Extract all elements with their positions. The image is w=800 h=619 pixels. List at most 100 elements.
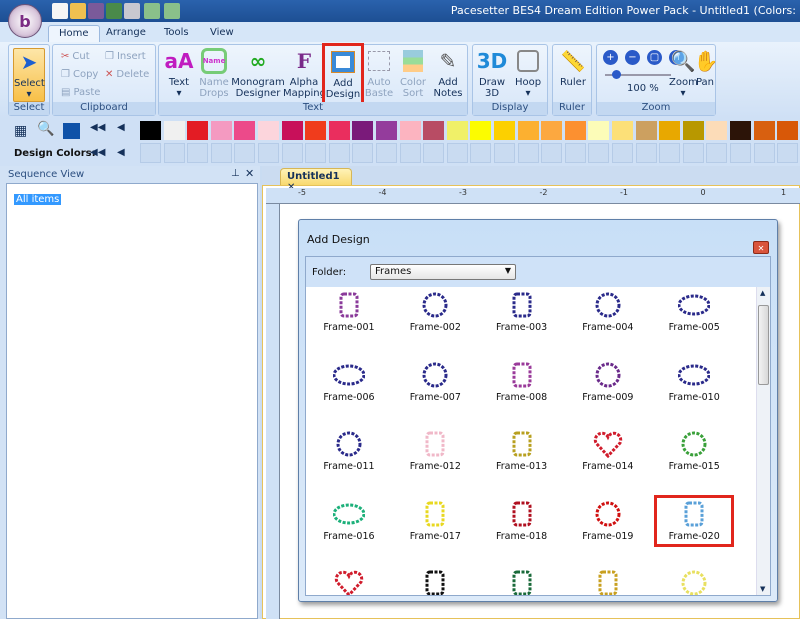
add-design-button[interactable]: AddDesign (325, 46, 361, 102)
color-swatch[interactable] (164, 121, 185, 140)
design-color-slot[interactable] (400, 143, 421, 163)
export-icon[interactable] (106, 3, 122, 19)
design-color-slot[interactable] (423, 143, 444, 163)
design-color-slot[interactable] (541, 143, 562, 163)
design-color-slot[interactable] (164, 143, 185, 163)
color-swatch[interactable] (447, 121, 468, 140)
design-color-slot[interactable] (187, 143, 208, 163)
close-icon[interactable]: ✕ (245, 167, 254, 180)
color-swatch[interactable] (140, 121, 161, 140)
zoom-out-icon[interactable]: − (625, 50, 640, 65)
color-swatch[interactable] (612, 121, 633, 140)
scroll-down-icon[interactable]: ▼ (760, 585, 765, 593)
design-color-slot[interactable] (754, 143, 775, 163)
color-swatch[interactable] (659, 121, 680, 140)
design-item[interactable]: Frame-002 (400, 291, 470, 333)
zoom-slider-thumb[interactable] (612, 70, 621, 79)
design-color-slot[interactable] (777, 143, 798, 163)
design-color-slot[interactable] (730, 143, 751, 163)
design-color-slot[interactable] (518, 143, 539, 163)
design-item[interactable]: Frame-008 (487, 361, 557, 403)
prev-icon[interactable]: ◀ (117, 122, 125, 133)
zoom-in-icon[interactable]: + (603, 50, 618, 65)
zoom-fit-icon[interactable]: ▢ (647, 50, 662, 65)
undo-icon[interactable] (144, 3, 160, 19)
design-color-slot[interactable] (234, 143, 255, 163)
grid-icon[interactable]: ▦ (14, 123, 27, 139)
design-color-slot[interactable] (588, 143, 609, 163)
redo-icon[interactable] (164, 3, 180, 19)
tab-home[interactable]: Home (48, 25, 100, 42)
insert-button[interactable]: ❐Insert (105, 51, 146, 62)
all-items[interactable]: All items (14, 194, 61, 205)
design-item[interactable]: Frame-019 (573, 500, 643, 542)
color-swatch[interactable] (777, 121, 798, 140)
color-swatch[interactable] (234, 121, 255, 140)
design-color-slot[interactable] (329, 143, 350, 163)
scroll-thumb[interactable] (758, 305, 769, 385)
scroll-up-icon[interactable]: ▲ (760, 289, 765, 297)
color-swatch[interactable] (683, 121, 704, 140)
design-item[interactable]: Frame-012 (400, 430, 470, 472)
monogram-designer-button[interactable]: ∞MonogramDesigner (231, 48, 285, 99)
app-menu-button[interactable]: b (8, 4, 42, 38)
color-swatch[interactable] (636, 121, 657, 140)
design-item[interactable]: Frame-013 (487, 430, 557, 472)
paste-button[interactable]: ▤Paste (61, 87, 100, 98)
design-first-icon[interactable]: ◀◀ (90, 147, 105, 158)
color-swatch[interactable] (706, 121, 727, 140)
design-item[interactable]: Frame-009 (573, 361, 643, 403)
design-color-slot[interactable] (258, 143, 279, 163)
design-color-slot[interactable] (659, 143, 680, 163)
cut-button[interactable]: ✂Cut (61, 51, 90, 62)
design-item[interactable] (314, 569, 384, 595)
design-item[interactable]: Frame-004 (573, 291, 643, 333)
color-swatch[interactable] (282, 121, 303, 140)
select-button[interactable]: ➤ Select▾ (13, 48, 45, 102)
design-item[interactable]: Frame-018 (487, 500, 557, 542)
design-prev-icon[interactable]: ◀ (117, 147, 125, 158)
color-swatch[interactable] (494, 121, 515, 140)
close-dialog-button[interactable]: ✕ (753, 241, 769, 254)
design-item[interactable]: Frame-010 (659, 361, 729, 403)
color-swatch[interactable] (376, 121, 397, 140)
design-item[interactable]: Frame-017 (400, 500, 470, 542)
ruler-button[interactable]: 📏Ruler (556, 48, 590, 88)
design-item[interactable] (659, 569, 729, 595)
tab-tools[interactable]: Tools (154, 25, 199, 42)
color-swatch[interactable] (258, 121, 279, 140)
color-swatch[interactable] (187, 121, 208, 140)
design-color-slot[interactable] (565, 143, 586, 163)
color-swatch[interactable] (305, 121, 326, 140)
design-item[interactable]: Frame-015 (659, 430, 729, 472)
copy-button[interactable]: ❐Copy (61, 69, 98, 80)
design-item[interactable]: Frame-007 (400, 361, 470, 403)
design-item[interactable]: Frame-006 (314, 361, 384, 403)
tab-view[interactable]: View (200, 25, 244, 42)
text-button[interactable]: aAText▾ (161, 48, 197, 99)
design-color-slot[interactable] (706, 143, 727, 163)
folder-select[interactable]: Frames▼ (370, 264, 516, 280)
design-color-slot[interactable] (140, 143, 161, 163)
design-color-slot[interactable] (612, 143, 633, 163)
color-swatch[interactable] (518, 121, 539, 140)
design-color-slot[interactable] (447, 143, 468, 163)
design-color-slot[interactable] (211, 143, 232, 163)
design-item[interactable]: Frame-001 (314, 291, 384, 333)
design-item[interactable] (400, 569, 470, 595)
auto-baste-button[interactable]: AutoBaste (363, 48, 395, 99)
color-swatch[interactable] (565, 121, 586, 140)
design-item[interactable]: Frame-005 (659, 291, 729, 333)
new-file-icon[interactable] (52, 3, 68, 19)
alpha-mapping-button[interactable]: FAlphaMapping (283, 48, 325, 99)
color-swatch[interactable] (541, 121, 562, 140)
design-color-slot[interactable] (305, 143, 326, 163)
pin-icon[interactable]: ⊥ (231, 168, 240, 179)
delete-button[interactable]: ✕Delete (105, 69, 149, 80)
design-item[interactable]: Frame-020 (659, 500, 729, 542)
first-page-icon[interactable]: ◀◀ (90, 122, 105, 133)
design-color-slot[interactable] (470, 143, 491, 163)
color-swatch[interactable] (754, 121, 775, 140)
color-swatch[interactable] (211, 121, 232, 140)
design-item[interactable]: Frame-016 (314, 500, 384, 542)
